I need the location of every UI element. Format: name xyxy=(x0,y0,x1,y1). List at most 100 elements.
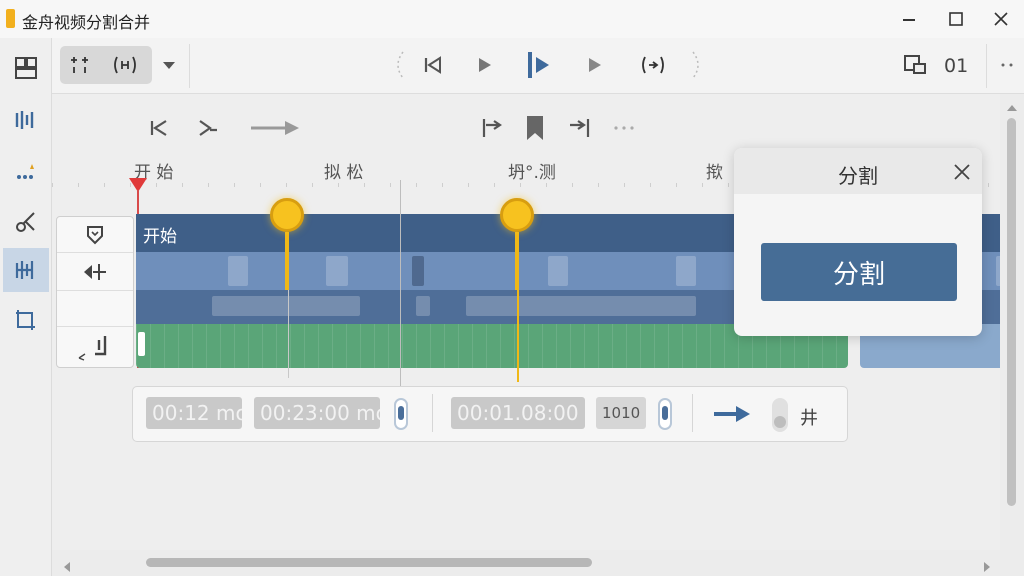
bracket-button[interactable] xyxy=(108,48,142,82)
split-marker-handle[interactable] xyxy=(270,198,304,232)
layout-icon xyxy=(15,57,37,79)
audio-handle[interactable] xyxy=(138,332,145,356)
scroll-left-button[interactable] xyxy=(62,558,72,576)
more-button[interactable] xyxy=(990,48,1024,82)
prev-frame-button[interactable] xyxy=(416,48,450,82)
sidebar-item-effects[interactable] xyxy=(3,150,49,194)
bookmark-button[interactable] xyxy=(517,112,553,144)
dropdown-icon xyxy=(163,62,175,69)
frame-field[interactable]: 1010 xyxy=(596,397,646,429)
sidebar-item-split[interactable] xyxy=(3,98,49,142)
shield-icon xyxy=(87,225,103,244)
play-icon xyxy=(479,58,491,72)
dialog-close-button[interactable] xyxy=(948,158,976,186)
mark-out-button[interactable] xyxy=(562,112,598,144)
maximize-icon xyxy=(949,12,963,26)
minimize-button[interactable] xyxy=(897,7,921,31)
time-toggle[interactable] xyxy=(394,398,408,430)
chevron-right-icon xyxy=(984,562,990,572)
dropdown-button[interactable] xyxy=(152,48,186,82)
ellipsis-icon xyxy=(614,126,634,130)
clip-label: 开始 xyxy=(143,227,177,247)
prev-frame-icon xyxy=(424,56,441,74)
scroll-up-button[interactable] xyxy=(1006,98,1018,117)
next-icon xyxy=(589,58,601,72)
more-icon xyxy=(1001,63,1013,67)
sidebar-item-cut[interactable] xyxy=(3,200,49,244)
split-marker-stem xyxy=(515,232,519,290)
mark-in-icon xyxy=(482,119,502,137)
grid-dots-button[interactable] xyxy=(64,48,98,82)
end-glyph: 井 xyxy=(800,408,818,429)
scroll-right-button[interactable] xyxy=(982,558,992,576)
app-logo-icon xyxy=(6,9,15,28)
sidebar-item-layout[interactable] xyxy=(3,46,49,90)
arrow-right-blue-icon xyxy=(714,406,750,422)
toolbar-divider-right xyxy=(986,44,987,88)
dotted-left-icon xyxy=(397,51,404,79)
arrow-right-icon xyxy=(251,121,299,135)
forward-arrow-button[interactable] xyxy=(248,112,302,144)
horizontal-scroll-thumb[interactable] xyxy=(146,558,592,567)
panel-divider xyxy=(432,394,433,432)
duration-field[interactable]: 00:01.08:00 xyxy=(451,397,585,429)
play-active-icon xyxy=(528,52,549,78)
play-button[interactable] xyxy=(467,48,501,82)
mark-out-icon xyxy=(570,119,590,137)
crop-icon xyxy=(16,310,35,330)
bracket-icon xyxy=(114,56,136,74)
split-marker-stem xyxy=(285,232,289,290)
mark-in-button[interactable] xyxy=(474,112,510,144)
end-time-field[interactable]: 00:23:00 mo xyxy=(254,397,380,429)
rewind-button[interactable] xyxy=(141,112,177,144)
more-controls-button[interactable] xyxy=(606,112,642,144)
play-active-button[interactable] xyxy=(522,48,556,82)
split-arrow-icon xyxy=(84,263,106,280)
toolbar-divider xyxy=(189,44,190,88)
minimize-icon xyxy=(903,19,915,21)
close-button[interactable] xyxy=(989,7,1013,31)
sidebar-item-merge[interactable] xyxy=(3,248,49,292)
chevron-up-icon xyxy=(1007,105,1017,111)
skip-button[interactable] xyxy=(190,112,226,144)
bracket-center-button[interactable] xyxy=(636,48,670,82)
track-header-row[interactable] xyxy=(57,253,133,291)
ruler-label: 坍°.测 xyxy=(508,163,556,183)
rewind-icon xyxy=(150,120,167,136)
start-time-field[interactable]: 00:12 mo xyxy=(146,397,242,429)
dotted-left-mark xyxy=(382,48,416,82)
grid-dots-icon xyxy=(71,57,88,73)
apply-arrow-button[interactable] xyxy=(712,402,752,430)
maximize-button[interactable] xyxy=(944,7,968,31)
track-header-row xyxy=(57,217,133,253)
dotted-right-mark xyxy=(680,48,714,82)
title-bar xyxy=(0,0,1024,38)
window-title: 金舟视频分割合并 xyxy=(22,13,151,32)
bookmark-icon xyxy=(527,116,543,140)
chevron-left-icon xyxy=(64,562,70,572)
split-tool-icon xyxy=(15,111,34,129)
window-button[interactable] xyxy=(898,48,932,82)
close-icon xyxy=(994,12,1008,26)
dialog-title: 分割 xyxy=(838,164,878,188)
ruler-label: 揿 xyxy=(706,163,723,183)
dotted-right-icon xyxy=(692,51,699,79)
panel-divider xyxy=(692,394,693,432)
track-header-row xyxy=(57,291,133,327)
next-button[interactable] xyxy=(577,48,611,82)
window-icon xyxy=(904,55,926,74)
sidebar-item-crop[interactable] xyxy=(3,298,49,342)
vertical-scroll-thumb[interactable] xyxy=(1007,118,1016,506)
layout-label[interactable]: 01 xyxy=(944,55,968,77)
marker-guide xyxy=(517,290,519,382)
track-header-row[interactable] xyxy=(57,327,133,367)
track-header xyxy=(56,216,134,368)
split-marker-handle[interactable] xyxy=(500,198,534,232)
sparkle-icon xyxy=(17,164,34,179)
volume-slider[interactable] xyxy=(772,398,788,432)
frame-toggle[interactable] xyxy=(658,398,672,430)
ruler-label: 拟 松 xyxy=(324,163,364,183)
skip-icon xyxy=(199,120,217,136)
split-button[interactable]: 分割 xyxy=(761,243,957,301)
marker-guide xyxy=(288,290,289,378)
